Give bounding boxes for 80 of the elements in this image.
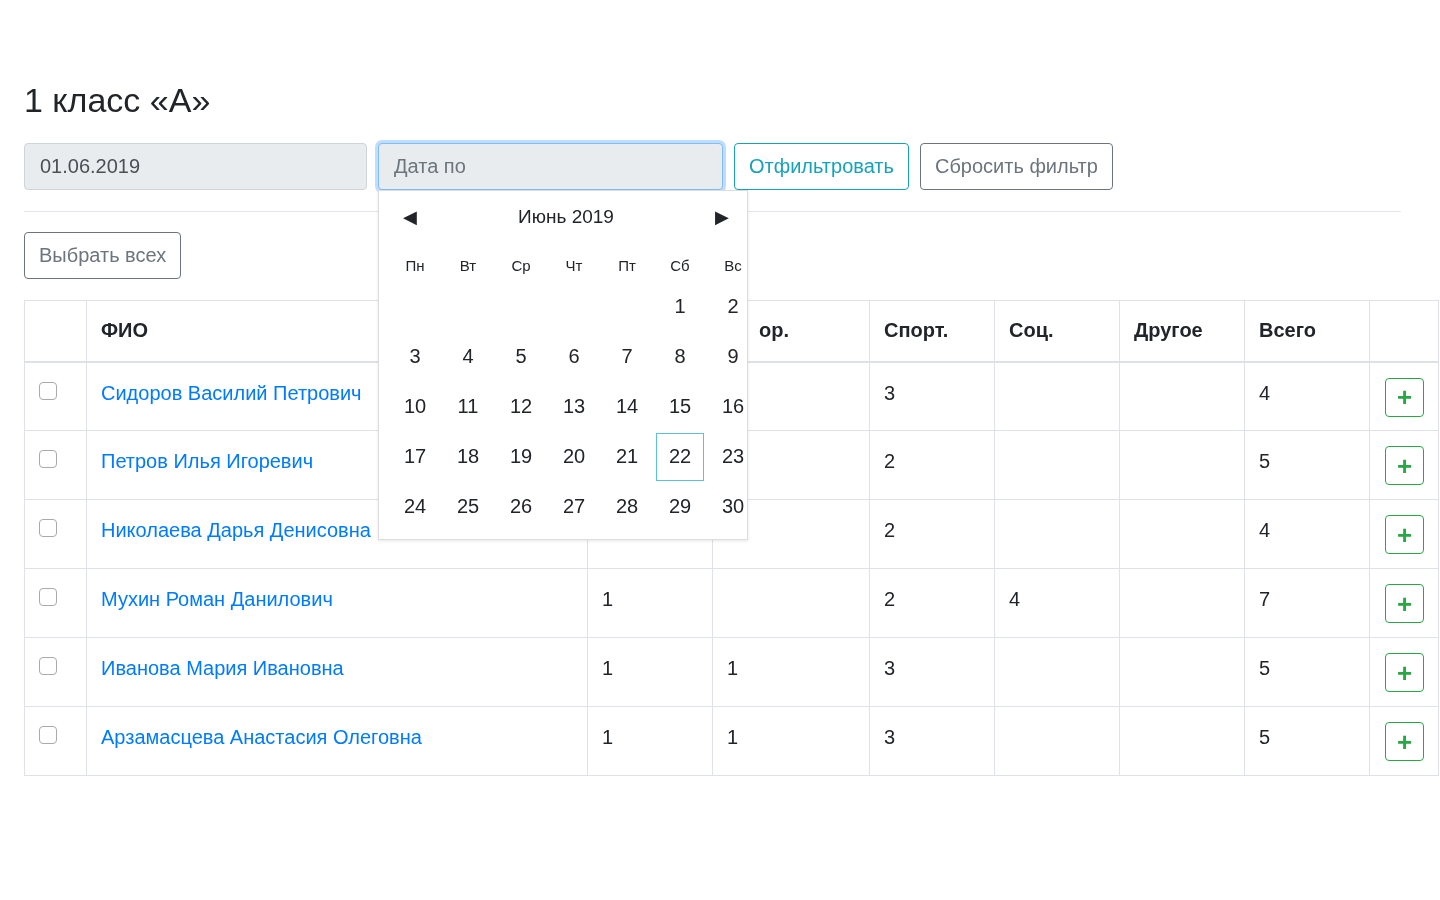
weekday-label: Пт — [617, 255, 637, 276]
row-checkbox[interactable] — [39, 588, 57, 607]
calendar-day[interactable]: 8 — [656, 332, 704, 381]
date-to-field[interactable]: Дата по — [378, 142, 723, 190]
table-cell: 3 — [884, 726, 896, 749]
calendar-day[interactable]: 10 — [391, 382, 439, 431]
reset-filter-button[interactable]: Сбросить фильтр — [919, 142, 1113, 190]
table-cell: 1 — [727, 657, 739, 680]
calendar-day[interactable]: 3 — [391, 332, 439, 381]
calendar-day[interactable]: 18 — [444, 432, 492, 481]
table-cell: 1 — [727, 726, 739, 749]
column-header: ор. — [759, 319, 789, 342]
student-name-link[interactable]: Иванова Мария Ивановна — [101, 657, 344, 680]
calendar-day[interactable]: 22 — [656, 432, 704, 481]
weekday-label: Вс — [723, 255, 743, 276]
column-header: Другое — [1134, 319, 1203, 342]
calendar-day[interactable]: 11 — [444, 382, 492, 431]
table-cell: 2 — [884, 588, 896, 611]
calendar-day[interactable]: 14 — [603, 382, 651, 431]
table-cell: 3 — [884, 657, 896, 680]
student-name-link[interactable]: Сидоров Василий Петрович — [101, 381, 362, 404]
calendar-day[interactable]: 27 — [550, 482, 598, 531]
page-title: 1 класс «А» — [24, 80, 212, 121]
calendar-day[interactable]: 16 — [709, 382, 757, 431]
calendar-day[interactable]: 9 — [709, 332, 757, 381]
calendar-day[interactable]: 15 — [656, 382, 704, 431]
table-cell: 4 — [1259, 519, 1271, 542]
calendar-day[interactable]: 26 — [497, 482, 545, 531]
table-cell: 4 — [1009, 588, 1021, 611]
table-cell: 1 — [602, 657, 614, 680]
table-cell: 3 — [884, 381, 896, 404]
next-month-button[interactable]: ▶ — [715, 205, 729, 228]
select-all-button[interactable]: Выбрать всех — [24, 231, 182, 279]
weekday-label: Вт — [458, 255, 478, 276]
previous-month-button[interactable]: ◀ — [403, 205, 417, 228]
column-header: Соц. — [1009, 319, 1054, 342]
table-cell: 5 — [1259, 726, 1271, 749]
calendar-day[interactable]: 13 — [550, 382, 598, 431]
date-from-field[interactable]: 01.06.2019 — [24, 142, 367, 190]
row-checkbox[interactable] — [39, 381, 57, 400]
calendar-day[interactable]: 17 — [391, 432, 439, 481]
table-cell: 2 — [884, 519, 896, 542]
column-header: Всего — [1259, 319, 1316, 342]
row-checkbox[interactable] — [39, 450, 57, 469]
student-name-link[interactable]: Петров Илья Игоревич — [101, 450, 314, 473]
table-cell: 5 — [1259, 450, 1271, 473]
weekday-label: Пн — [404, 255, 426, 276]
calendar-day[interactable]: 19 — [497, 432, 545, 481]
student-name-link[interactable]: Николаева Дарья Денисовна — [101, 519, 371, 542]
calendar-day[interactable]: 23 — [709, 432, 757, 481]
weekday-label: Сб — [669, 255, 691, 276]
calendar-day[interactable]: 20 — [550, 432, 598, 481]
table-cell: 7 — [1259, 588, 1271, 611]
table-cell: 1 — [602, 588, 614, 611]
calendar-day[interactable]: 5 — [497, 332, 545, 381]
table-cell: 2 — [884, 450, 896, 473]
weekday-label: Чт — [564, 255, 584, 276]
table-cell: 4 — [1259, 381, 1271, 404]
calendar-day[interactable]: 6 — [550, 332, 598, 381]
column-header: ФИО — [101, 319, 148, 342]
table-cell: 1 — [602, 726, 614, 749]
row-checkbox[interactable] — [39, 726, 57, 745]
month-title: Июнь 2019 — [518, 205, 614, 228]
calendar-day[interactable]: 30 — [709, 482, 757, 531]
calendar-day[interactable]: 25 — [444, 482, 492, 531]
calendar-day[interactable]: 1 — [656, 282, 704, 331]
weekday-label: Ср — [510, 255, 532, 276]
student-name-link[interactable]: Мухин Роман Данилович — [101, 588, 333, 611]
calendar-day[interactable]: 29 — [656, 482, 704, 531]
calendar-day[interactable]: 21 — [603, 432, 651, 481]
calendar-day[interactable]: 2 — [709, 282, 757, 331]
column-header: Спорт. — [884, 319, 949, 342]
calendar-day[interactable]: 24 — [391, 482, 439, 531]
row-checkbox[interactable] — [39, 519, 57, 538]
calendar-day[interactable]: 7 — [603, 332, 651, 381]
calendar-day[interactable]: 4 — [444, 332, 492, 381]
row-checkbox[interactable] — [39, 657, 57, 676]
calendar-day[interactable]: 28 — [603, 482, 651, 531]
calendar-day[interactable]: 12 — [497, 382, 545, 431]
table-cell: 5 — [1259, 657, 1271, 680]
